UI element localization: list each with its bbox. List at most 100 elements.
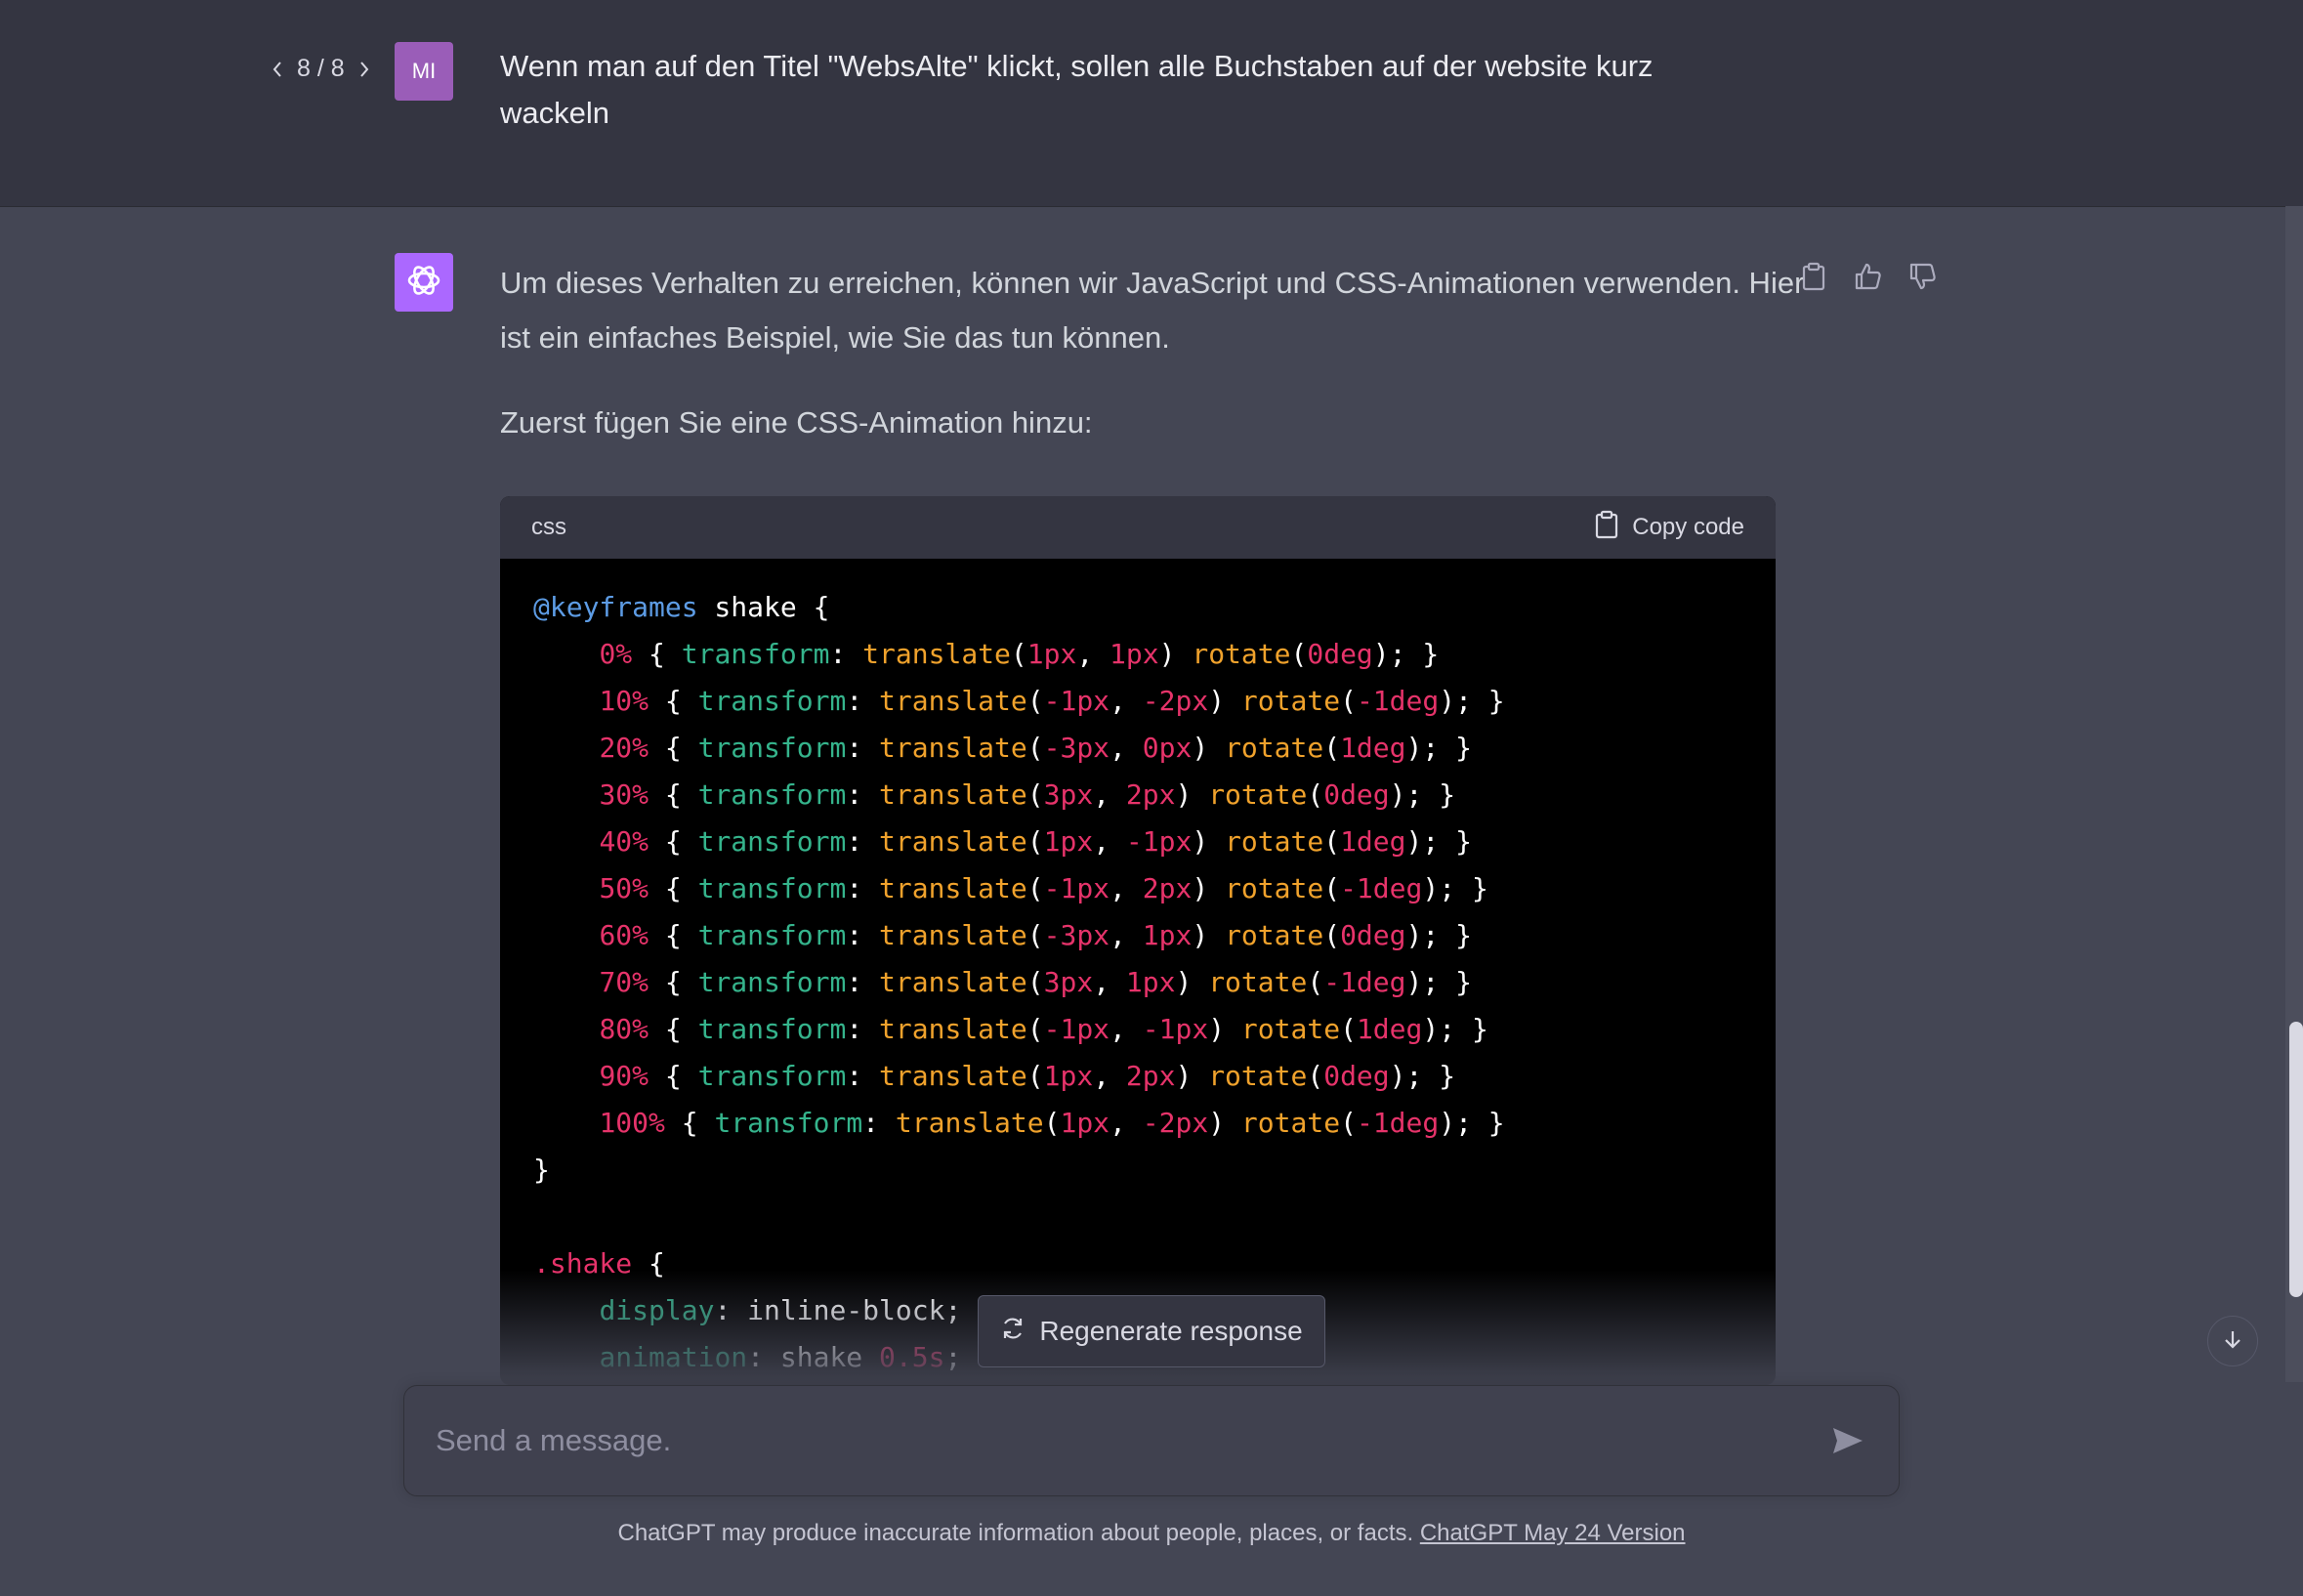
code-token: 1px <box>1110 638 1159 670</box>
code-token: -1px <box>1043 685 1110 717</box>
thumbs-up-icon[interactable] <box>1852 260 1885 293</box>
code-token: 2px <box>1142 872 1193 904</box>
code-token: transform <box>697 732 847 764</box>
code-token: 1px <box>1026 638 1077 670</box>
code-token: 90% <box>599 1060 649 1092</box>
code-token: transform <box>697 685 847 717</box>
code-token: -2px <box>1142 1107 1209 1139</box>
code-token: 0px <box>1142 732 1193 764</box>
message-composer <box>403 1385 1900 1496</box>
regenerate-label: Regenerate response <box>1039 1316 1303 1346</box>
code-token: 1px <box>1043 825 1094 858</box>
code-token: : shake <box>747 1341 880 1373</box>
code-token: 2px <box>1125 1060 1176 1092</box>
code-token: 1px <box>1060 1107 1110 1139</box>
assistant-avatar <box>395 253 453 312</box>
code-line: 0% { transform: translate(1px, 1px) rota… <box>599 638 1440 670</box>
copy-code-button[interactable]: Copy code <box>1595 510 1744 546</box>
code-token: animation <box>599 1341 748 1373</box>
code-line: 30% { transform: translate(3px, 2px) rot… <box>599 778 1456 811</box>
code-token: translate <box>879 778 1027 811</box>
send-button[interactable] <box>1826 1421 1869 1464</box>
code-token: 0deg <box>1323 778 1390 811</box>
code-token: transform <box>697 919 847 951</box>
code-token: 1deg <box>1340 825 1406 858</box>
code-token: 1deg <box>1356 1013 1423 1045</box>
code-token: -1px <box>1125 825 1193 858</box>
code-token: 60% <box>599 919 649 951</box>
code-token: 0% <box>599 638 633 670</box>
code-token: 3px <box>1043 778 1094 811</box>
assistant-message-text: Um dieses Verhalten zu erreichen, können… <box>500 256 1809 365</box>
code-token: translate <box>879 685 1027 717</box>
code-token: 30% <box>599 778 649 811</box>
message-input[interactable] <box>434 1415 1805 1466</box>
clipboard-icon <box>1595 510 1618 546</box>
clipboard-icon[interactable] <box>1797 260 1830 293</box>
code-token: 3px <box>1043 966 1094 998</box>
message-actions <box>1797 260 1940 293</box>
code-token: -1deg <box>1323 966 1406 998</box>
code-line: 90% { transform: translate(1px, 2px) rot… <box>599 1060 1456 1092</box>
code-token: 0deg <box>1307 638 1373 670</box>
code-token: display <box>599 1294 715 1326</box>
code-token: -3px <box>1043 732 1110 764</box>
code-token: transform <box>697 825 847 858</box>
code-token: translate <box>879 872 1027 904</box>
code-token: 100% <box>599 1107 665 1139</box>
code-token: rotate <box>1225 732 1324 764</box>
code-token: -2px <box>1142 685 1209 717</box>
code-token: shake { <box>697 591 830 623</box>
code-token: transform <box>697 1013 847 1045</box>
code-token: translate <box>879 732 1027 764</box>
pager-count: 8 / 8 <box>297 55 345 82</box>
code-token: 1px <box>1043 1060 1094 1092</box>
code-token: rotate <box>1240 685 1341 717</box>
code-token: 40% <box>599 825 649 858</box>
arrow-down-icon <box>2221 1327 2244 1356</box>
code-token: .shake <box>533 1247 633 1280</box>
user-message-row: 8 / 8 MI Wenn man auf den Titel "WebsAlt… <box>0 0 2303 207</box>
code-line: 80% { transform: translate(-1px, -1px) r… <box>599 1013 1488 1045</box>
code-token: -1px <box>1142 1013 1209 1045</box>
code-token: 1px <box>1142 919 1193 951</box>
code-token: rotate <box>1208 778 1308 811</box>
code-token: -3px <box>1043 919 1110 951</box>
code-token: transform <box>697 872 847 904</box>
code-token: transform <box>681 638 830 670</box>
code-token: 2px <box>1125 778 1176 811</box>
chevron-left-icon[interactable] <box>266 58 289 81</box>
code-line: display: inline-block; <box>533 1294 961 1326</box>
code-token: rotate <box>1208 1060 1308 1092</box>
scrollbar-thumb[interactable] <box>2289 1022 2303 1297</box>
code-token: rotate <box>1240 1013 1341 1045</box>
code-token: 0deg <box>1323 1060 1390 1092</box>
copy-code-label: Copy code <box>1632 514 1744 540</box>
code-token: : inline-block; <box>714 1294 962 1326</box>
code-token: 80% <box>599 1013 649 1045</box>
version-link[interactable]: ChatGPT May 24 Version <box>1420 1520 1686 1546</box>
code-token: -1px <box>1043 1013 1110 1045</box>
refresh-icon <box>1000 1316 1026 1348</box>
code-token: rotate <box>1225 825 1324 858</box>
code-line: 10% { transform: translate(-1px, -2px) r… <box>599 685 1505 717</box>
code-token: rotate <box>1240 1107 1341 1139</box>
openai-logo-icon <box>404 261 443 305</box>
thumbs-down-icon[interactable] <box>1906 260 1940 293</box>
code-token: translate <box>879 966 1027 998</box>
code-token: rotate <box>1208 966 1308 998</box>
chevron-right-icon[interactable] <box>353 58 376 81</box>
code-token: translate <box>879 1013 1027 1045</box>
code-token: rotate <box>1225 919 1324 951</box>
code-token: -1deg <box>1340 872 1423 904</box>
regenerate-response-button[interactable]: Regenerate response <box>978 1295 1325 1367</box>
code-token: @keyframes <box>533 591 698 623</box>
code-line: 40% { transform: translate(1px, -1px) ro… <box>599 825 1472 858</box>
code-token: transform <box>697 1060 847 1092</box>
scroll-to-bottom-button[interactable] <box>2207 1316 2258 1366</box>
code-line: 100% { transform: translate(1px, -2px) r… <box>599 1107 1505 1139</box>
code-token: 50% <box>599 872 649 904</box>
code-token: translate <box>895 1107 1044 1139</box>
code-token: -1px <box>1043 872 1110 904</box>
code-token: 70% <box>599 966 649 998</box>
